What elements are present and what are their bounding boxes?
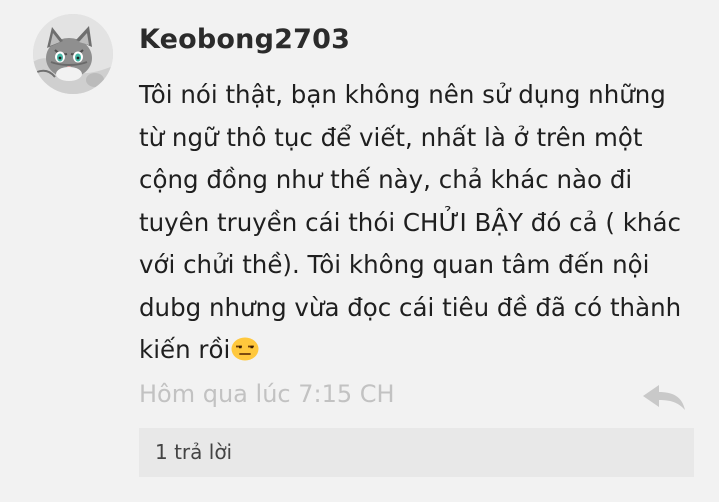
- comment-line: Tôi nói thật, bạn không nên sử dụng nhữn…: [139, 80, 666, 109]
- comment-body: Tôi nói thật, bạn không nên sử dụng nhữn…: [139, 74, 704, 372]
- comment-line: từ ngữ thô tục để viết, nhất là ở trên m…: [139, 122, 643, 152]
- unamused-face-emoji-icon: [231, 337, 259, 361]
- timestamp: Hôm qua lúc 7:15 CH: [139, 380, 395, 408]
- reply-button[interactable]: [640, 382, 688, 414]
- reply-arrow-icon: [643, 385, 685, 410]
- comment-line: với chửi thề). Tôi không quan tâm đến nộ…: [139, 250, 650, 279]
- kitten-avatar-icon: [33, 14, 113, 94]
- author-name[interactable]: Keobong2703: [139, 24, 350, 55]
- avatar[interactable]: [33, 14, 113, 94]
- replies-count-label: 1 trả lời: [155, 440, 233, 464]
- comment-card: Keobong2703 Tôi nói thật, bạn không nên …: [0, 0, 719, 502]
- comment-line-text: kiến rồi: [139, 335, 231, 364]
- view-replies-button[interactable]: 1 trả lời: [139, 428, 694, 477]
- comment-last-line: kiến rồi: [139, 329, 704, 372]
- comment-line: dubg nhưng vừa đọc cái tiêu đề đã có thà…: [139, 292, 682, 322]
- comment-line: cộng đồng như thế này, chả khác nào đi: [139, 165, 633, 194]
- comment-line: tuyên truyền cái thói CHỬI BẬY đó cả ( k…: [139, 207, 681, 237]
